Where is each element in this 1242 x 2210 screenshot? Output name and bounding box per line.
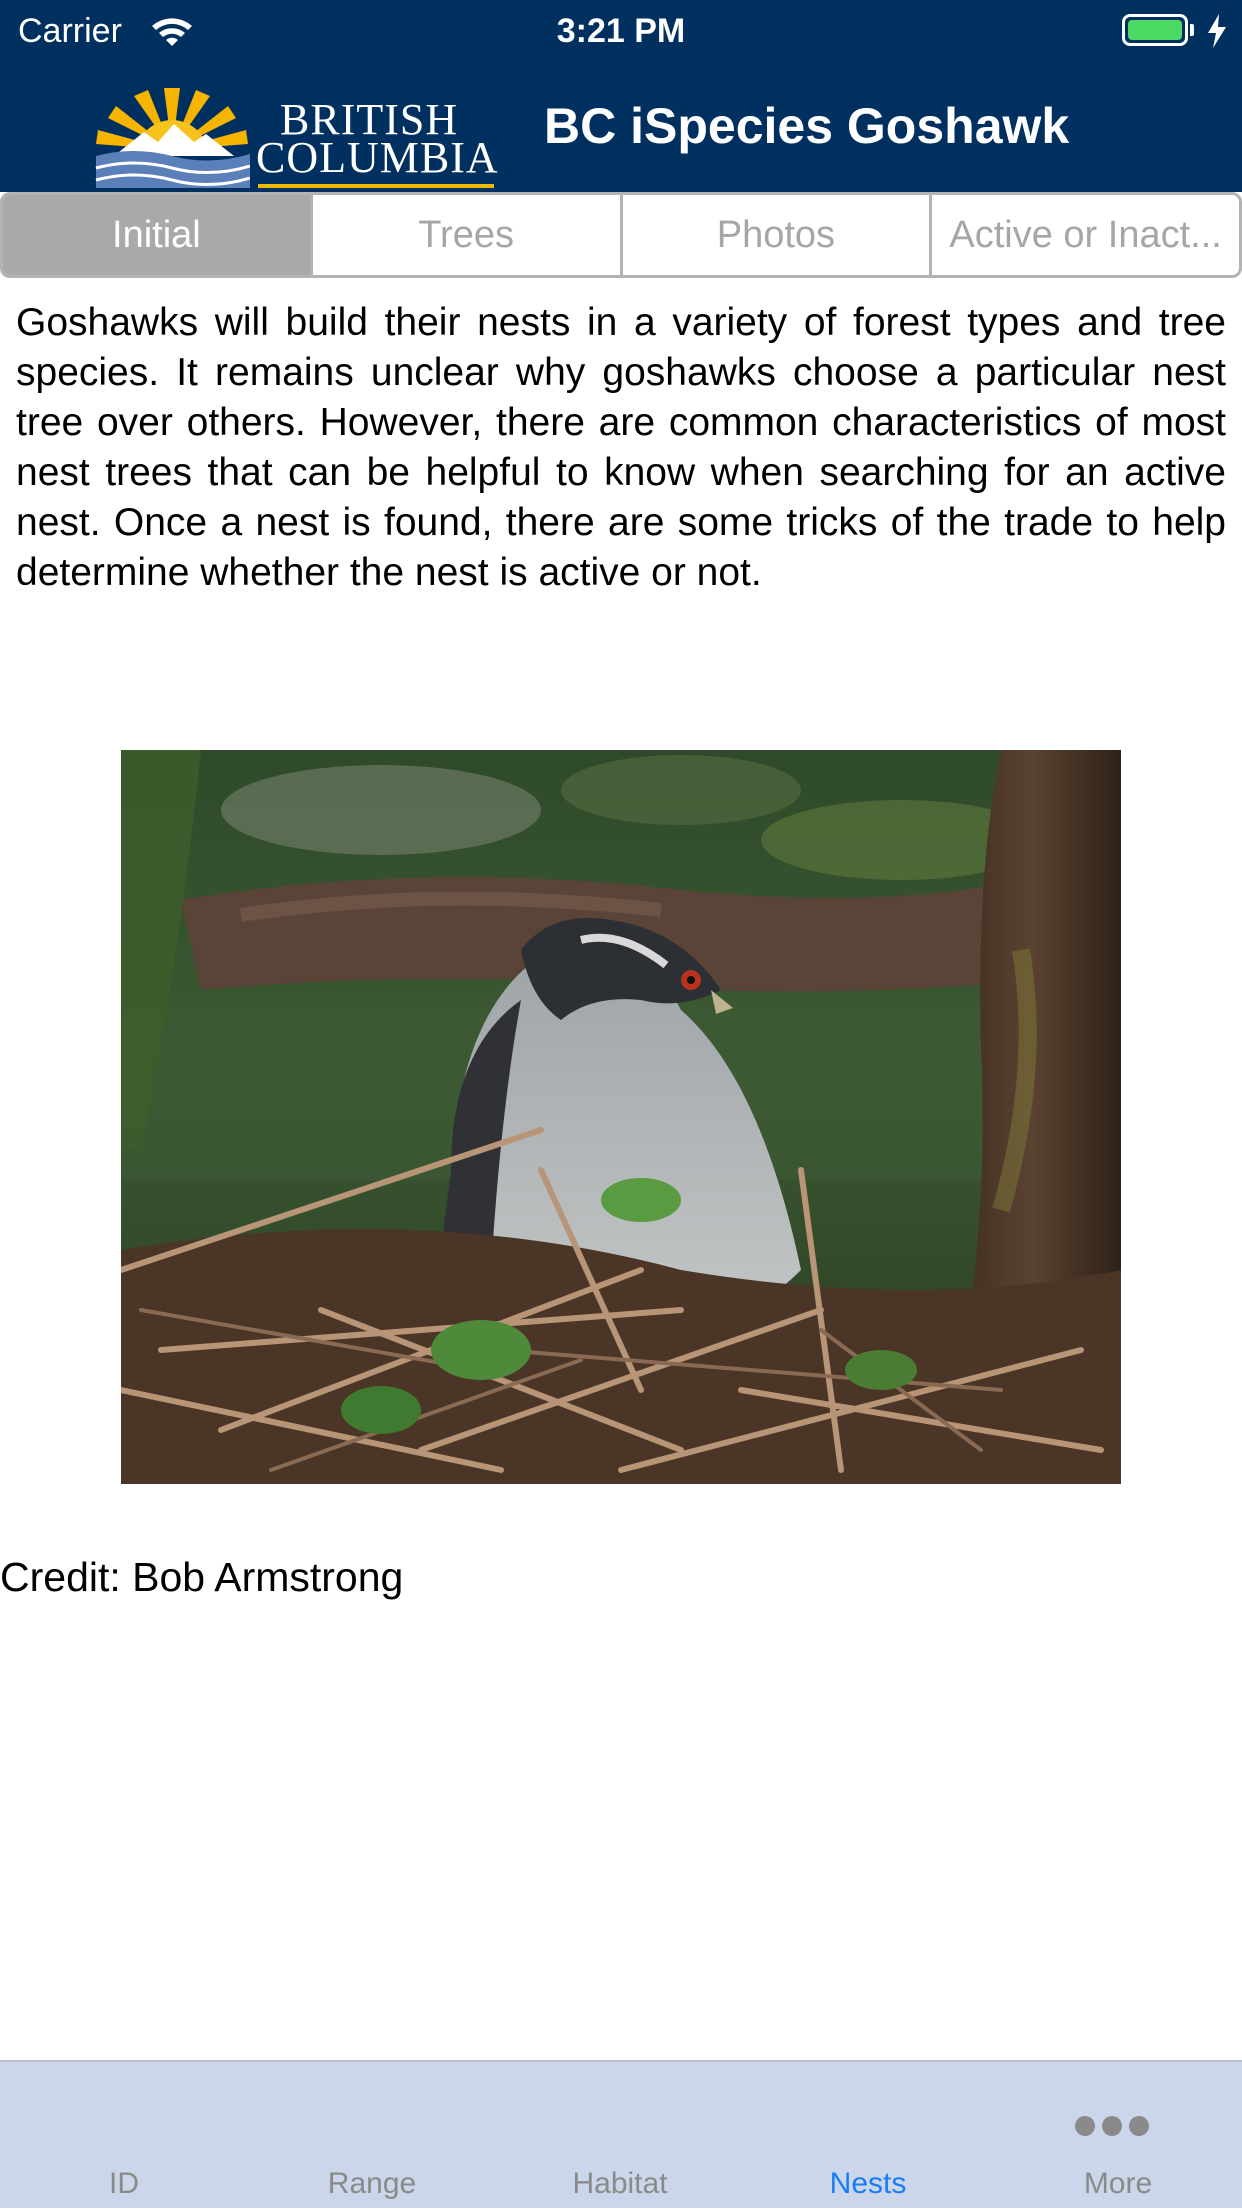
tab-id[interactable]: ID bbox=[0, 2062, 248, 2210]
ellipsis-icon bbox=[1075, 2116, 1149, 2136]
tab-id-label: ID bbox=[109, 2167, 139, 2200]
goshawk-nest-photo bbox=[121, 750, 1121, 1484]
segment-active-or-inactive[interactable]: Active or Inact... bbox=[929, 195, 1239, 275]
tab-more[interactable]: More bbox=[994, 2062, 1242, 2210]
tab-habitat[interactable]: Habitat bbox=[496, 2062, 744, 2210]
tab-bar: ID Range Habitat Nests More bbox=[0, 2060, 1242, 2208]
status-time: 3:21 PM bbox=[556, 12, 686, 50]
page-title: BC iSpecies Goshawk bbox=[544, 98, 1070, 154]
battery-icon bbox=[1122, 14, 1188, 46]
status-bar: Carrier 3:21 PM bbox=[0, 0, 1242, 62]
section-segmented-control: Initial Trees Photos Active or Inact... bbox=[0, 192, 1242, 278]
tab-habitat-label: Habitat bbox=[572, 2167, 668, 2200]
charging-bolt-icon bbox=[1208, 14, 1226, 48]
segment-initial[interactable]: Initial bbox=[3, 195, 310, 275]
goshawk-on-nest-photo-icon bbox=[121, 750, 1121, 1484]
logo-underline bbox=[258, 184, 494, 188]
battery-cap bbox=[1190, 24, 1194, 36]
tab-nests-label: Nests bbox=[829, 2167, 907, 2200]
tab-range[interactable]: Range bbox=[248, 2062, 496, 2210]
intro-paragraph: Goshawks will build their nests in a var… bbox=[16, 301, 1226, 594]
tab-nests[interactable]: Nests bbox=[744, 2062, 992, 2210]
logo-text-columbia: COLUMBIA bbox=[256, 133, 499, 182]
tab-more-label: More bbox=[1083, 2167, 1153, 2200]
photo-credit: Credit: Bob Armstrong bbox=[0, 1554, 404, 1600]
bc-logo: BRITISH COLUMBIA bbox=[94, 84, 498, 192]
segment-photos[interactable]: Photos bbox=[619, 195, 930, 275]
battery-level bbox=[1128, 20, 1182, 40]
sun-mountain-logo-icon bbox=[95, 88, 250, 188]
segment-trees[interactable]: Trees bbox=[309, 195, 620, 275]
app-header: Carrier 3:21 PM BRITISH COLUMBIA BC iSpe… bbox=[0, 0, 1242, 192]
tab-range-label: Range bbox=[327, 2167, 417, 2200]
